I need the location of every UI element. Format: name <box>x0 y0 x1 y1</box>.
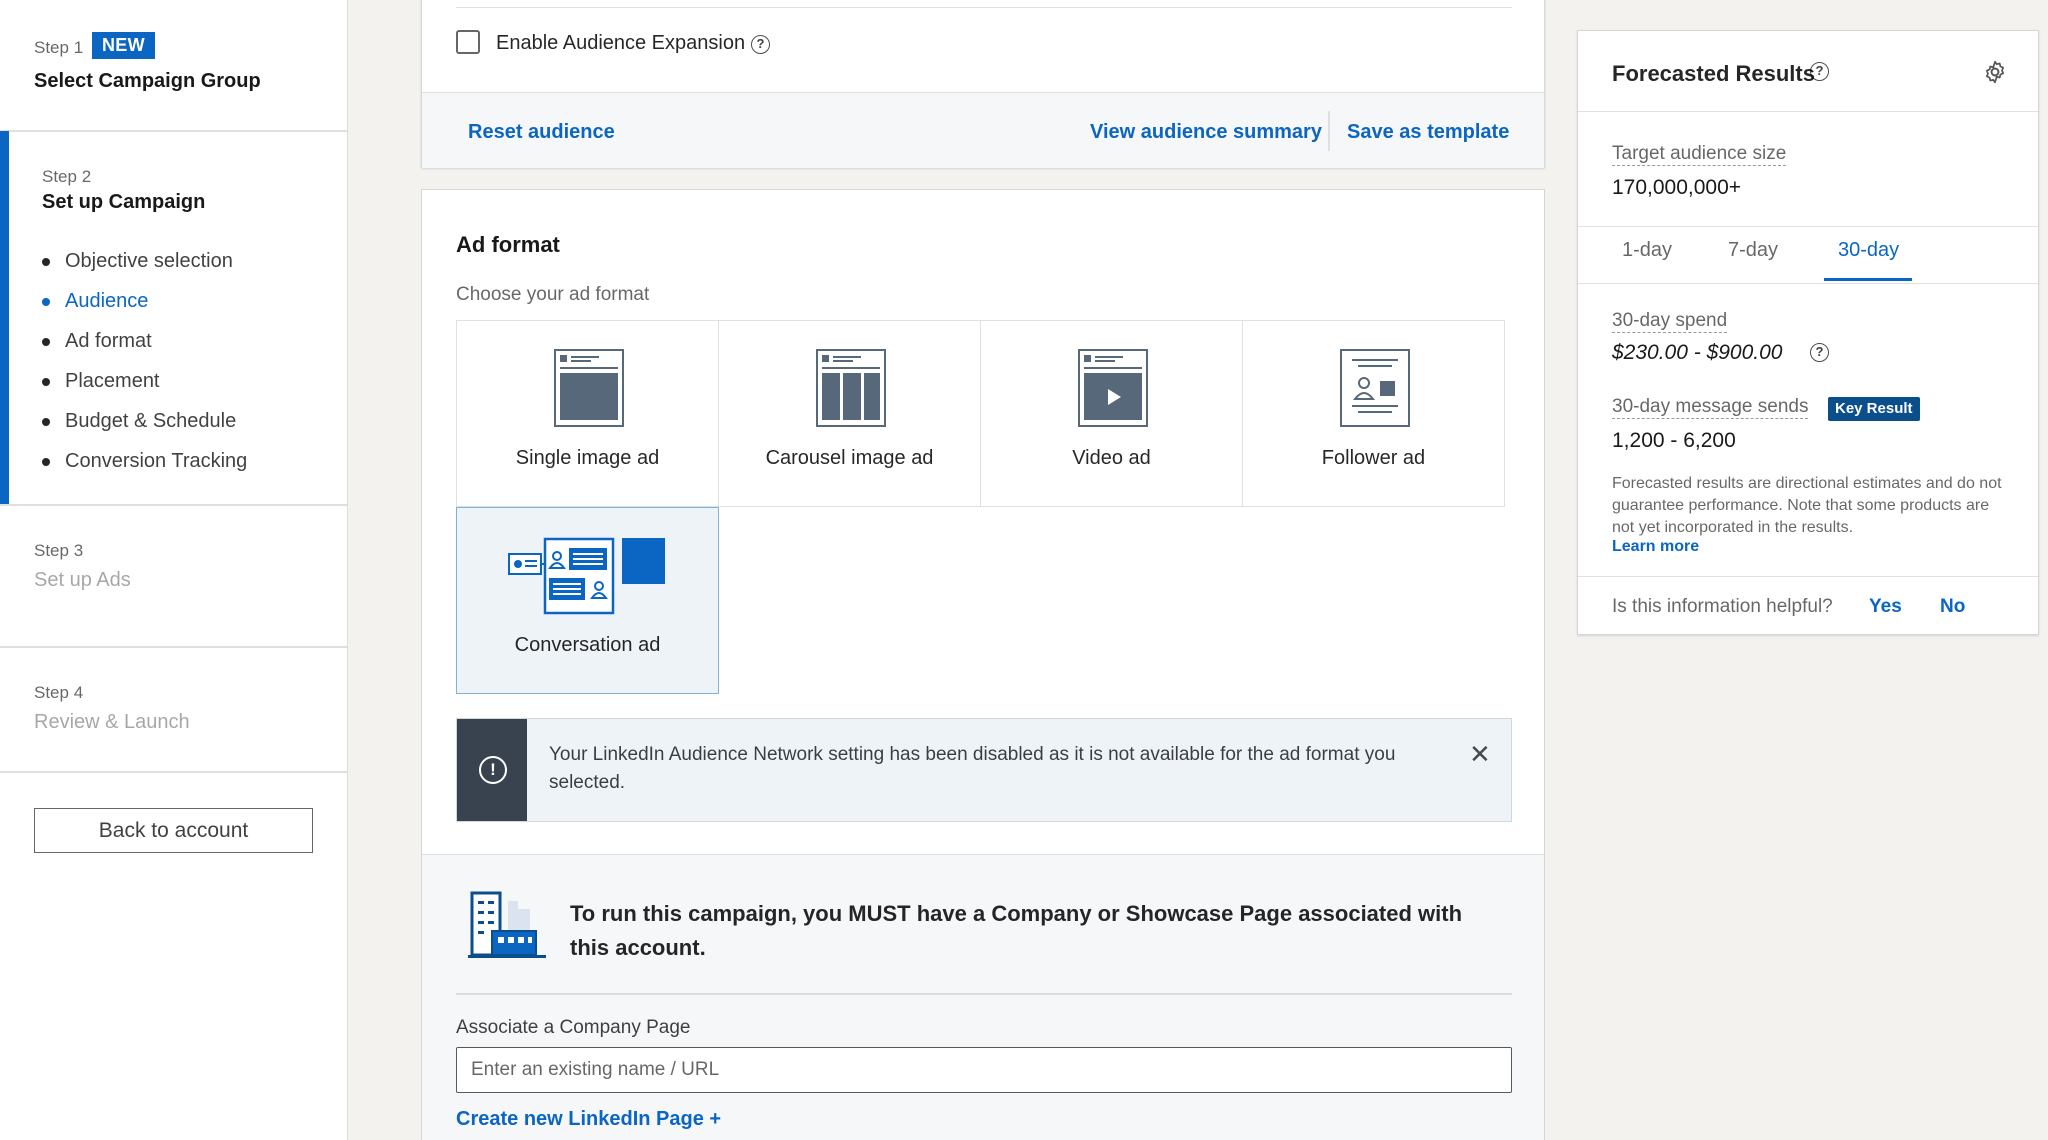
step-4: Step 4 Review & Launch <box>0 647 347 772</box>
step-number: Step 3 <box>34 541 84 560</box>
tab-1-day[interactable]: 1-day <box>1622 239 1672 262</box>
exclamation-circle-icon: ! <box>479 756 507 784</box>
building-icon <box>468 891 546 958</box>
spend-value: $230.00 - $900.00 <box>1612 341 1783 364</box>
ad-format-label: Follower ad <box>1321 447 1426 469</box>
ad-format-label: Carousel image ad <box>765 447 934 469</box>
video-ad-icon <box>1078 349 1148 427</box>
view-audience-summary-link[interactable]: View audience summary <box>1090 121 1322 144</box>
forecast-period-tabs: 1-day 7-day 30-day <box>1578 227 2038 283</box>
target-audience-value: 170,000,000+ <box>1612 176 1742 199</box>
ad-format-follower[interactable]: Follower ad <box>1242 320 1505 507</box>
step-title[interactable]: Select Campaign Group <box>34 70 261 93</box>
key-result-badge: Key Result <box>1828 397 1920 421</box>
alert-side-bar: ! <box>457 719 527 821</box>
new-badge: NEW <box>92 32 155 59</box>
company-page-message: To run this campaign, you MUST have a Co… <box>570 901 1463 960</box>
step-title: Review & Launch <box>34 711 190 733</box>
tab-30-day[interactable]: 30-day <box>1838 239 1899 262</box>
substep-budget-schedule[interactable]: Budget & Schedule <box>42 401 247 441</box>
step-2: Step 2 Set up Campaign Objective selecti… <box>0 131 347 505</box>
back-to-account-button[interactable]: Back to account <box>34 808 313 853</box>
conversation-ad-icon <box>508 537 665 615</box>
message-sends-label[interactable]: 30-day message sends <box>1612 396 1809 419</box>
divider <box>456 993 1512 995</box>
step-1[interactable]: Step 1 NEW Select Campaign Group <box>0 0 347 131</box>
audience-card: Enable Audience Expansion ? Reset audien… <box>421 0 1545 168</box>
substep-audience[interactable]: Audience <box>42 281 247 321</box>
panel-title: Forecasted Results <box>1612 61 1815 86</box>
help-icon[interactable]: ? <box>1810 343 1829 362</box>
substep-objective-selection[interactable]: Objective selection <box>42 241 247 281</box>
substep-list: Objective selection Audience Ad format P… <box>42 241 247 481</box>
substep-ad-format[interactable]: Ad format <box>42 321 247 361</box>
section-subtitle: Choose your ad format <box>456 284 650 305</box>
divider <box>1578 111 2038 112</box>
helpful-no-link[interactable]: No <box>1940 596 1965 618</box>
target-audience-label[interactable]: Target audience size <box>1612 143 1787 166</box>
spend-label[interactable]: 30-day spend <box>1612 310 1728 333</box>
step-number: Step 1 <box>34 38 84 57</box>
company-page-input[interactable] <box>456 1047 1512 1093</box>
audience-expansion-checkbox[interactable] <box>456 30 480 54</box>
active-step-indicator <box>0 131 9 505</box>
campaign-steps-sidebar: Step 1 NEW Select Campaign Group Step 2 … <box>0 0 348 1140</box>
section-title: Ad format <box>456 232 560 257</box>
message-sends-value: 1,200 - 6,200 <box>1612 429 1736 452</box>
help-icon[interactable]: ? <box>1810 62 1829 81</box>
forecasted-results-panel: Forecasted Results ? Target audience siz… <box>1577 30 2039 635</box>
audience-network-alert: ! Your LinkedIn Audience Network setting… <box>456 718 1512 822</box>
helpful-yes-link[interactable]: Yes <box>1869 596 1902 618</box>
ad-format-label: Conversation ad <box>514 634 661 656</box>
create-linkedin-page-link[interactable]: Create new LinkedIn Page + <box>456 1108 721 1131</box>
divider <box>0 771 347 773</box>
divider <box>1328 111 1330 151</box>
divider <box>456 7 1512 8</box>
ad-format-video[interactable]: Video ad <box>980 320 1243 507</box>
divider <box>1578 283 2038 284</box>
step-number: Step 4 <box>34 683 84 702</box>
close-icon[interactable]: ✕ <box>1469 739 1491 770</box>
forecast-disclaimer: Forecasted results are directional estim… <box>1612 475 2002 536</box>
ad-format-label: Single image ad <box>515 447 660 469</box>
audience-expansion-label[interactable]: Enable Audience Expansion <box>496 32 745 55</box>
step-number: Step 2 <box>42 167 92 186</box>
save-as-template-link[interactable]: Save as template <box>1347 121 1509 144</box>
substep-conversion-tracking[interactable]: Conversion Tracking <box>42 441 247 481</box>
step-3: Step 3 Set up Ads <box>0 505 347 647</box>
ad-format-carousel-image[interactable]: Carousel image ad <box>718 320 981 507</box>
step-title: Set up Ads <box>34 569 131 591</box>
audience-actions-bar: Reset audience View audience summary Sav… <box>422 92 1544 168</box>
follower-ad-icon <box>1340 349 1410 427</box>
divider <box>1578 576 2038 577</box>
carousel-image-ad-icon <box>816 349 886 427</box>
gear-icon[interactable] <box>1982 59 2008 85</box>
step-title: Set up Campaign <box>42 191 206 213</box>
alert-message: Your LinkedIn Audience Network setting h… <box>549 744 1396 793</box>
active-tab-underline <box>1824 278 1912 281</box>
ad-format-single-image[interactable]: Single image ad <box>456 320 719 507</box>
learn-more-link[interactable]: Learn more <box>1612 538 1699 556</box>
ad-format-card: Ad format Choose your ad format Single i… <box>421 189 1545 1140</box>
company-page-section: To run this campaign, you MUST have a Co… <box>422 854 1544 1140</box>
reset-audience-link[interactable]: Reset audience <box>468 121 615 144</box>
single-image-ad-icon <box>554 349 624 427</box>
helpful-question: Is this information helpful? <box>1612 596 1833 617</box>
ad-format-label: Video ad <box>1072 447 1151 469</box>
associate-company-label: Associate a Company Page <box>456 1017 691 1038</box>
help-icon[interactable]: ? <box>751 35 770 54</box>
substep-placement[interactable]: Placement <box>42 361 247 401</box>
ad-format-conversation[interactable]: Conversation ad <box>456 507 719 694</box>
tab-7-day[interactable]: 7-day <box>1728 239 1778 262</box>
